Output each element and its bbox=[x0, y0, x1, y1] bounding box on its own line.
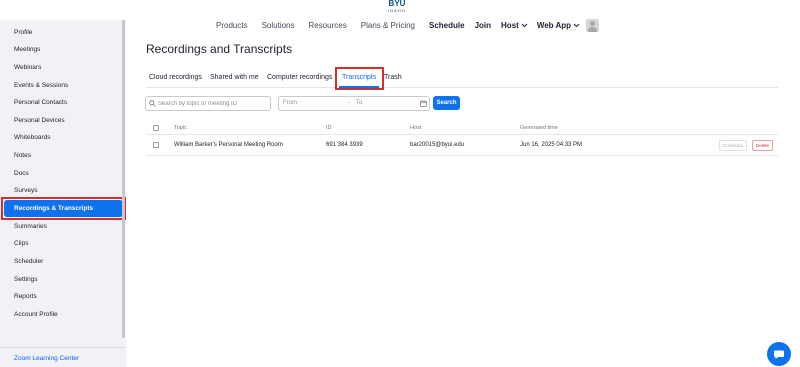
column-header-topic[interactable]: Topic bbox=[174, 125, 187, 131]
transcripts-table: Topic ID Host Generated time William Bar… bbox=[146, 121, 778, 156]
highlight-box bbox=[1, 197, 126, 220]
chat-button[interactable] bbox=[767, 342, 791, 366]
tab-shared-with-me[interactable]: Shared with me bbox=[210, 74, 259, 81]
row-meeting-id: 691 384 3939 bbox=[326, 142, 363, 148]
nav-products[interactable]: Products bbox=[216, 21, 248, 30]
user-avatar-icon[interactable] bbox=[586, 18, 600, 32]
nav-host[interactable]: Host bbox=[501, 21, 519, 30]
calendar-icon[interactable] bbox=[420, 100, 427, 107]
sidebar-item-personal-devices[interactable]: Personal Devices bbox=[14, 117, 65, 124]
sidebar-item-clips[interactable]: Clips bbox=[14, 240, 28, 247]
row-generated-time: Jun 16, 2025 04:33 PM bbox=[520, 142, 583, 148]
sidebar-item-settings[interactable]: Settings bbox=[14, 276, 38, 283]
search-field bbox=[145, 96, 271, 111]
sidebar-item-events-sessions[interactable]: Events & Sessions bbox=[14, 82, 68, 89]
column-header-id[interactable]: ID bbox=[326, 125, 332, 131]
sidebar-item-personal-contacts[interactable]: Personal Contacts bbox=[14, 99, 67, 106]
nav-solutions[interactable]: Solutions bbox=[262, 21, 295, 30]
divider bbox=[0, 347, 126, 348]
sidebar-item-account-profile[interactable]: Account Profile bbox=[14, 311, 58, 318]
page-title: Recordings and Transcripts bbox=[146, 42, 293, 56]
sidebar-item-summaries[interactable]: Summaries bbox=[14, 223, 47, 230]
zoom-web-portal: BYU IDAHO Products Solutions Resources P… bbox=[0, 0, 800, 367]
byu-idaho-logo[interactable]: BYU IDAHO bbox=[380, 0, 414, 13]
nav-schedule[interactable]: Schedule bbox=[429, 21, 465, 30]
top-navigation: Products Solutions Resources Plans & Pri… bbox=[216, 16, 600, 34]
sidebar: Profile Meetings Webinars Events & Sessi… bbox=[0, 20, 126, 367]
recording-tabs: Cloud recordings Shared with me Computer… bbox=[146, 72, 778, 88]
tab-computer-recordings[interactable]: Computer recordings bbox=[267, 74, 332, 81]
nav-plans-pricing[interactable]: Plans & Pricing bbox=[361, 21, 415, 30]
table-header: Topic ID Host Generated time bbox=[146, 121, 778, 135]
sidebar-item-whiteboards[interactable]: Whiteboards bbox=[14, 134, 51, 141]
date-to[interactable]: To bbox=[356, 100, 362, 106]
search-button[interactable]: Search bbox=[433, 96, 460, 110]
highlight-box bbox=[335, 67, 384, 90]
date-separator: - bbox=[348, 100, 350, 106]
chat-bubble-icon bbox=[774, 350, 784, 359]
sidebar-item-reports[interactable]: Reports bbox=[14, 293, 37, 300]
nav-resources[interactable]: Resources bbox=[309, 21, 347, 30]
date-range-picker[interactable]: From - To bbox=[278, 96, 430, 111]
date-from[interactable]: From bbox=[283, 100, 297, 106]
zoom-learning-center-link[interactable]: Zoom Learning Center bbox=[14, 355, 79, 362]
search-input[interactable] bbox=[158, 97, 268, 110]
row-host: bar20015@byui.edu bbox=[410, 142, 465, 148]
download-button[interactable]: Download bbox=[719, 140, 747, 151]
row-checkbox[interactable] bbox=[153, 142, 159, 148]
nav-join[interactable]: Join bbox=[475, 21, 491, 30]
sidebar-item-scheduler[interactable]: Scheduler bbox=[14, 258, 43, 265]
tab-trash[interactable]: Trash bbox=[384, 74, 402, 81]
sidebar-item-surveys[interactable]: Surveys bbox=[14, 187, 37, 194]
delete-button[interactable]: Delete bbox=[752, 140, 773, 151]
tab-cloud-recordings[interactable]: Cloud recordings bbox=[149, 74, 202, 81]
column-header-generated-time[interactable]: Generated time bbox=[520, 125, 558, 131]
sidebar-item-profile[interactable]: Profile bbox=[14, 29, 32, 36]
chevron-down-icon[interactable] bbox=[573, 23, 580, 28]
search-icon bbox=[149, 100, 156, 107]
nav-web-app[interactable]: Web App bbox=[537, 21, 571, 30]
sidebar-item-docs[interactable]: Docs bbox=[14, 170, 29, 177]
table-row: William Barker's Personal Meeting Room 6… bbox=[146, 135, 778, 156]
sidebar-item-webinars[interactable]: Webinars bbox=[14, 64, 41, 71]
chevron-down-icon[interactable] bbox=[521, 23, 528, 28]
column-header-host[interactable]: Host bbox=[410, 125, 421, 131]
row-topic[interactable]: William Barker's Personal Meeting Room bbox=[174, 142, 283, 148]
sidebar-scrollbar[interactable] bbox=[122, 20, 125, 338]
sidebar-item-meetings[interactable]: Meetings bbox=[14, 46, 40, 53]
sidebar-item-notes[interactable]: Notes bbox=[14, 152, 31, 159]
select-all-checkbox[interactable] bbox=[153, 125, 159, 131]
